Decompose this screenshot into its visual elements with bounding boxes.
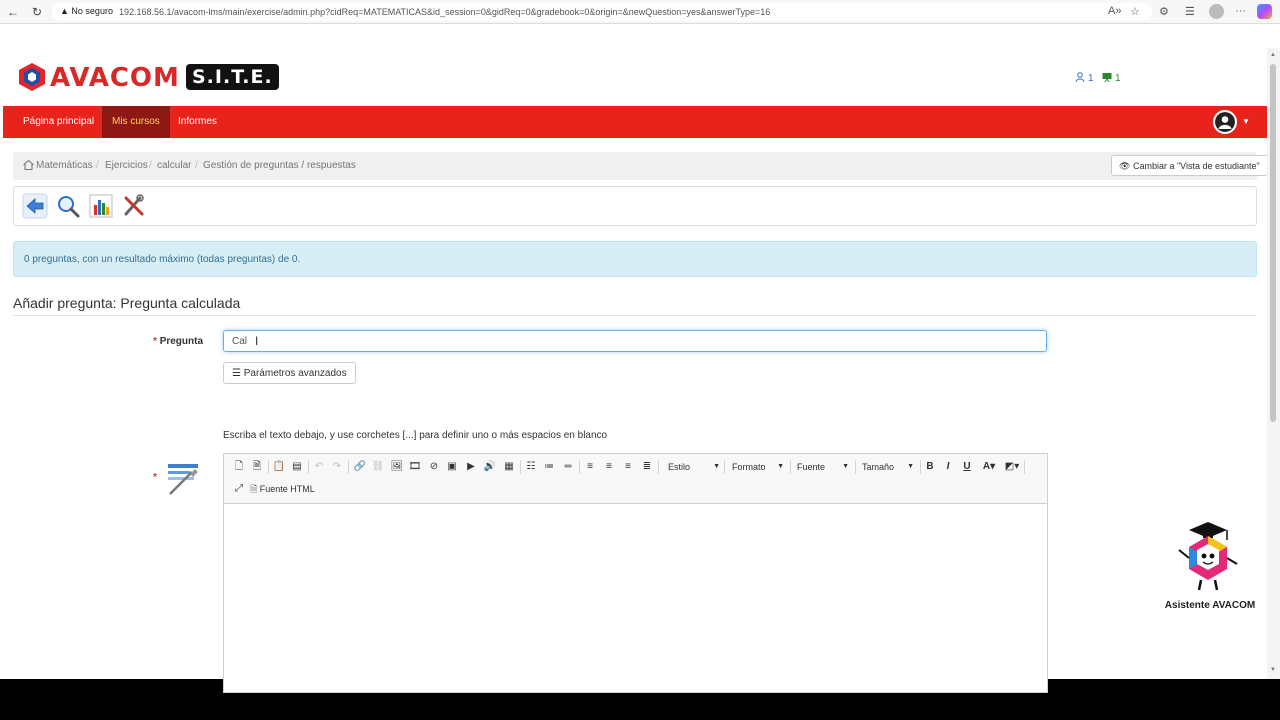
student-view-button[interactable]: 👁 Cambiar a "Vista de estudiante" — [1111, 155, 1268, 176]
redo-icon[interactable]: ↷ — [330, 460, 344, 474]
editor-content-area[interactable] — [224, 505, 1047, 692]
video-icon[interactable]: 🎞 — [408, 460, 422, 474]
form-title: Añadir pregunta: Pregunta calculada — [13, 295, 241, 311]
editor-hint: Escriba el texto debajo, y use corchetes… — [223, 430, 608, 441]
italic-icon[interactable]: I — [941, 460, 955, 474]
chalkboard-icon — [1102, 72, 1112, 83]
table-icon[interactable]: ▦ — [502, 460, 516, 474]
user-avatar[interactable] — [1213, 110, 1237, 134]
breadcrumb-item-current: Gestión de preguntas / respuestas — [203, 160, 356, 171]
bullet-list-icon[interactable]: ☷ — [524, 460, 538, 474]
align-center-icon[interactable]: ≡ — [602, 460, 616, 474]
collections-icon[interactable]: ☰ — [1185, 5, 1195, 18]
copilot-icon[interactable] — [1257, 4, 1272, 19]
browser-profile-avatar[interactable] — [1209, 4, 1224, 19]
question-input[interactable] — [223, 330, 1047, 352]
align-left-icon[interactable]: ≡ — [583, 460, 597, 474]
text-color-icon[interactable]: A▾ — [980, 460, 998, 474]
courses-count[interactable]: 1 — [1102, 72, 1121, 84]
more-icon[interactable]: ··· — [1235, 5, 1246, 17]
favorite-star-icon[interactable]: ☆ — [1130, 5, 1140, 18]
undo-icon[interactable]: ↶ — [312, 460, 326, 474]
horizontal-rule-icon[interactable]: ═ — [561, 460, 575, 474]
browser-toolbar: ← ↻ ▲ No seguro 192.168.56.1/avacom-lms/… — [0, 0, 1280, 24]
required-asterisk: * — [153, 336, 157, 347]
link-icon[interactable]: 🔗 — [353, 460, 367, 474]
logo-hexagon-icon — [19, 63, 45, 91]
info-message: 0 preguntas, con un resultado máximo (to… — [24, 254, 301, 265]
embed-icon[interactable]: ▣ — [445, 460, 459, 474]
source-html-button[interactable]: 🗎 Fuente HTML — [250, 482, 315, 496]
text-cursor-icon: I — [255, 334, 259, 348]
scrollbar-thumb[interactable] — [1270, 64, 1276, 422]
eye-icon: 👁 — [1119, 161, 1131, 171]
info-alert: 0 preguntas, con un resultado máximo (to… — [13, 241, 1257, 277]
home-icon[interactable] — [23, 159, 34, 173]
reload-icon[interactable]: ↻ — [30, 5, 44, 19]
settings-tools-icon[interactable] — [121, 193, 147, 219]
nav-home[interactable]: Página principal — [13, 106, 104, 138]
size-select[interactable]: Tamaño ▼ — [862, 460, 914, 474]
preview-magnifier-icon[interactable] — [55, 193, 81, 219]
users-online[interactable]: 1 — [1075, 72, 1094, 84]
maximize-icon[interactable]: ⤢ — [232, 482, 246, 496]
scroll-up-icon[interactable]: ▲ — [1270, 52, 1276, 58]
template-icon[interactable]: 🗎 — [250, 460, 264, 474]
nav-my-courses[interactable]: Mis cursos — [102, 106, 170, 138]
user-icon — [1075, 72, 1085, 83]
main-navbar: Página principal Mis cursos Informes ▼ — [3, 106, 1267, 138]
breadcrumb-item-exercises[interactable]: Ejercicios — [105, 160, 148, 171]
numbered-list-icon[interactable]: ≔ — [542, 460, 556, 474]
avatar-icon — [1215, 112, 1235, 132]
breadcrumb-separator: / — [149, 160, 152, 171]
page-scrollbar[interactable]: ▲ ▼ — [1267, 48, 1280, 679]
assistant-mascot-icon[interactable] — [1175, 520, 1241, 592]
back-arrow-icon[interactable] — [22, 193, 48, 219]
url-text[interactable]: 192.168.56.1/avacom-lms/main/exercise/ad… — [119, 7, 770, 17]
address-bar[interactable]: ▲ No seguro 192.168.56.1/avacom-lms/main… — [52, 3, 1152, 21]
security-warning[interactable]: ▲ No seguro — [60, 6, 113, 16]
youtube-icon[interactable]: ▶ — [464, 460, 478, 474]
statistics-chart-icon[interactable] — [88, 193, 114, 219]
justify-icon[interactable]: ≣ — [640, 460, 654, 474]
new-page-icon[interactable]: 🗋 — [232, 460, 246, 474]
breadcrumb-item-course[interactable]: Matemáticas — [36, 160, 93, 171]
read-aloud-icon[interactable]: A» — [1108, 5, 1121, 17]
menu-icon: ☰ — [232, 368, 241, 379]
image-icon[interactable]: 🖼 — [390, 460, 404, 474]
exercise-toolbar — [13, 186, 1257, 226]
background-color-icon[interactable]: ◩▾ — [1003, 460, 1021, 474]
breadcrumb-separator: / — [96, 160, 99, 171]
underline-icon[interactable]: U — [960, 460, 974, 474]
chevron-down-icon[interactable]: ▼ — [1242, 117, 1250, 126]
editor-toolbar: 🗋 🗎 📋 ▤ ↶ ↷ 🔗 ⛓ 🖼 🎞 ⊘ ▣ ▶ 🔊 ▦ ☷ ≔ ═ ≡ ≡ … — [224, 454, 1047, 504]
nav-reports[interactable]: Informes — [168, 106, 227, 138]
bold-icon[interactable]: B — [923, 460, 937, 474]
logo-text: AVACOM — [50, 63, 180, 93]
breadcrumb: Matemáticas / Ejercicios / calcular / Ge… — [13, 152, 1268, 180]
audio-icon[interactable]: 🔊 — [483, 460, 497, 474]
paste-icon[interactable]: 📋 — [272, 460, 286, 474]
fill-blanks-icon — [168, 464, 198, 495]
scroll-down-icon[interactable]: ▼ — [1270, 667, 1276, 673]
style-select[interactable]: Estilo ▼ — [668, 460, 720, 474]
flash-icon[interactable]: ⊘ — [427, 460, 441, 474]
required-asterisk: * — [153, 472, 157, 483]
font-select[interactable]: Fuente ▼ — [797, 460, 849, 474]
divider — [13, 315, 1257, 316]
paste-word-icon[interactable]: ▤ — [290, 460, 304, 474]
advanced-params-button[interactable]: ☰ Parámetros avanzados — [223, 362, 356, 384]
breadcrumb-separator: / — [195, 160, 198, 171]
breadcrumb-item-exercise[interactable]: calcular — [157, 160, 191, 171]
unlink-icon[interactable]: ⛓ — [371, 460, 385, 474]
question-label: * Pregunta — [153, 336, 204, 347]
rich-text-editor: 🗋 🗎 📋 ▤ ↶ ↷ 🔗 ⛓ 🖼 🎞 ⊘ ▣ ▶ 🔊 ▦ ☷ ≔ ═ ≡ ≡ … — [223, 453, 1048, 693]
format-select[interactable]: Formato ▼ — [732, 460, 784, 474]
assistant-label[interactable]: Asistente AVACOM — [1160, 600, 1260, 611]
back-icon[interactable]: ← — [6, 5, 20, 19]
extensions-icon[interactable]: ⚙ — [1159, 5, 1169, 18]
align-right-icon[interactable]: ≡ — [621, 460, 635, 474]
logo-badge: S.I.T.E. — [186, 64, 279, 90]
